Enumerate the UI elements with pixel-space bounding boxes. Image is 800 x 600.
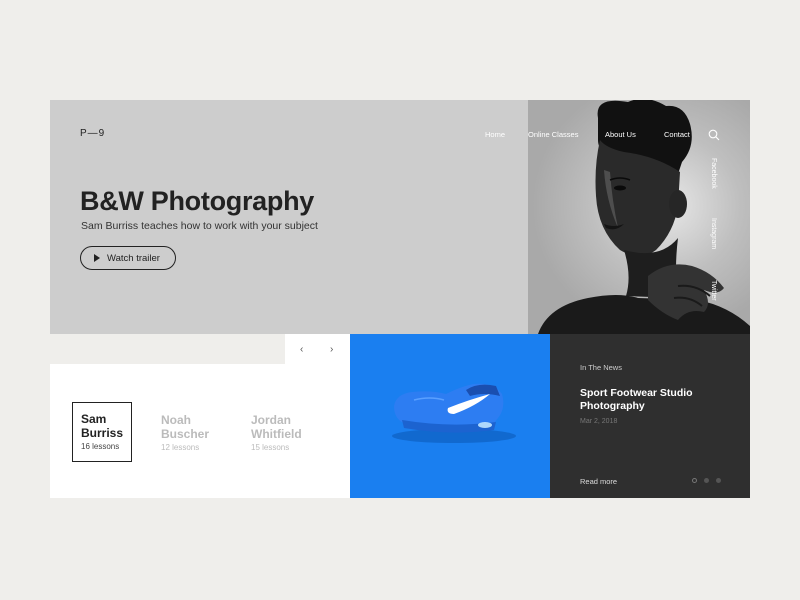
teacher-card-sam-burriss[interactable]: Sam Burriss 16 lessons — [72, 402, 132, 462]
teacher-lessons: 16 lessons — [81, 442, 120, 451]
pagination-dot[interactable] — [692, 478, 697, 483]
nav-online-classes[interactable]: Online Classes — [528, 130, 578, 139]
teacher-last-name: Buscher — [161, 427, 210, 441]
social-links: Facebook Instagram Twitter — [710, 158, 724, 308]
watch-trailer-label: Watch trailer — [107, 252, 160, 264]
teacher-card-noah-buscher[interactable]: Noah Buscher 12 lessons — [161, 413, 209, 452]
watch-trailer-button[interactable]: Watch trailer — [80, 246, 176, 270]
sneaker-image — [392, 383, 516, 443]
hero-subtitle: Sam Burriss teaches how to work with you… — [81, 220, 318, 232]
hero-title: B&W Photography — [80, 186, 314, 216]
nav-about-us[interactable]: About Us — [605, 130, 636, 139]
news-pagination — [692, 478, 721, 483]
social-instagram[interactable]: Instagram — [710, 218, 717, 249]
next-arrow-icon[interactable]: › — [330, 344, 333, 355]
teacher-lessons: 15 lessons — [251, 443, 290, 452]
social-twitter[interactable]: Twitter — [710, 280, 717, 301]
page-frame: P—9 Home Online Classes About Us Contact… — [50, 100, 750, 498]
slider-arrows: ‹ › — [285, 334, 350, 364]
hero-section: P—9 Home Online Classes About Us Contact… — [50, 100, 750, 334]
teacher-first-name: Sam — [81, 412, 107, 426]
prev-arrow-icon[interactable]: ‹ — [300, 344, 303, 355]
social-facebook[interactable]: Facebook — [710, 158, 717, 189]
nav-contact[interactable]: Contact — [664, 130, 690, 139]
teacher-first-name: Noah — [161, 413, 191, 427]
logo[interactable]: P—9 — [80, 128, 105, 139]
teacher-first-name: Jordan — [251, 413, 292, 427]
featured-image-panel[interactable] — [350, 334, 550, 498]
teacher-card-jordan-whitfield[interactable]: Jordan Whitfield 15 lessons — [251, 413, 302, 452]
play-icon — [94, 254, 100, 262]
news-category: In The News — [580, 363, 622, 372]
news-panel: In The News Sport Footwear Studio Photog… — [550, 334, 750, 498]
teacher-lessons: 12 lessons — [161, 443, 200, 452]
pagination-dot[interactable] — [704, 478, 709, 483]
search-icon[interactable] — [708, 128, 720, 141]
nav-home[interactable]: Home — [485, 130, 505, 139]
pagination-dot[interactable] — [716, 478, 721, 483]
teacher-last-name: Whitfield — [251, 427, 302, 441]
teacher-last-name: Burriss — [81, 426, 124, 440]
news-title[interactable]: Sport Footwear Studio Photography — [580, 387, 720, 413]
read-more-link[interactable]: Read more — [580, 477, 617, 486]
news-date: Mar 2, 2018 — [580, 418, 618, 425]
